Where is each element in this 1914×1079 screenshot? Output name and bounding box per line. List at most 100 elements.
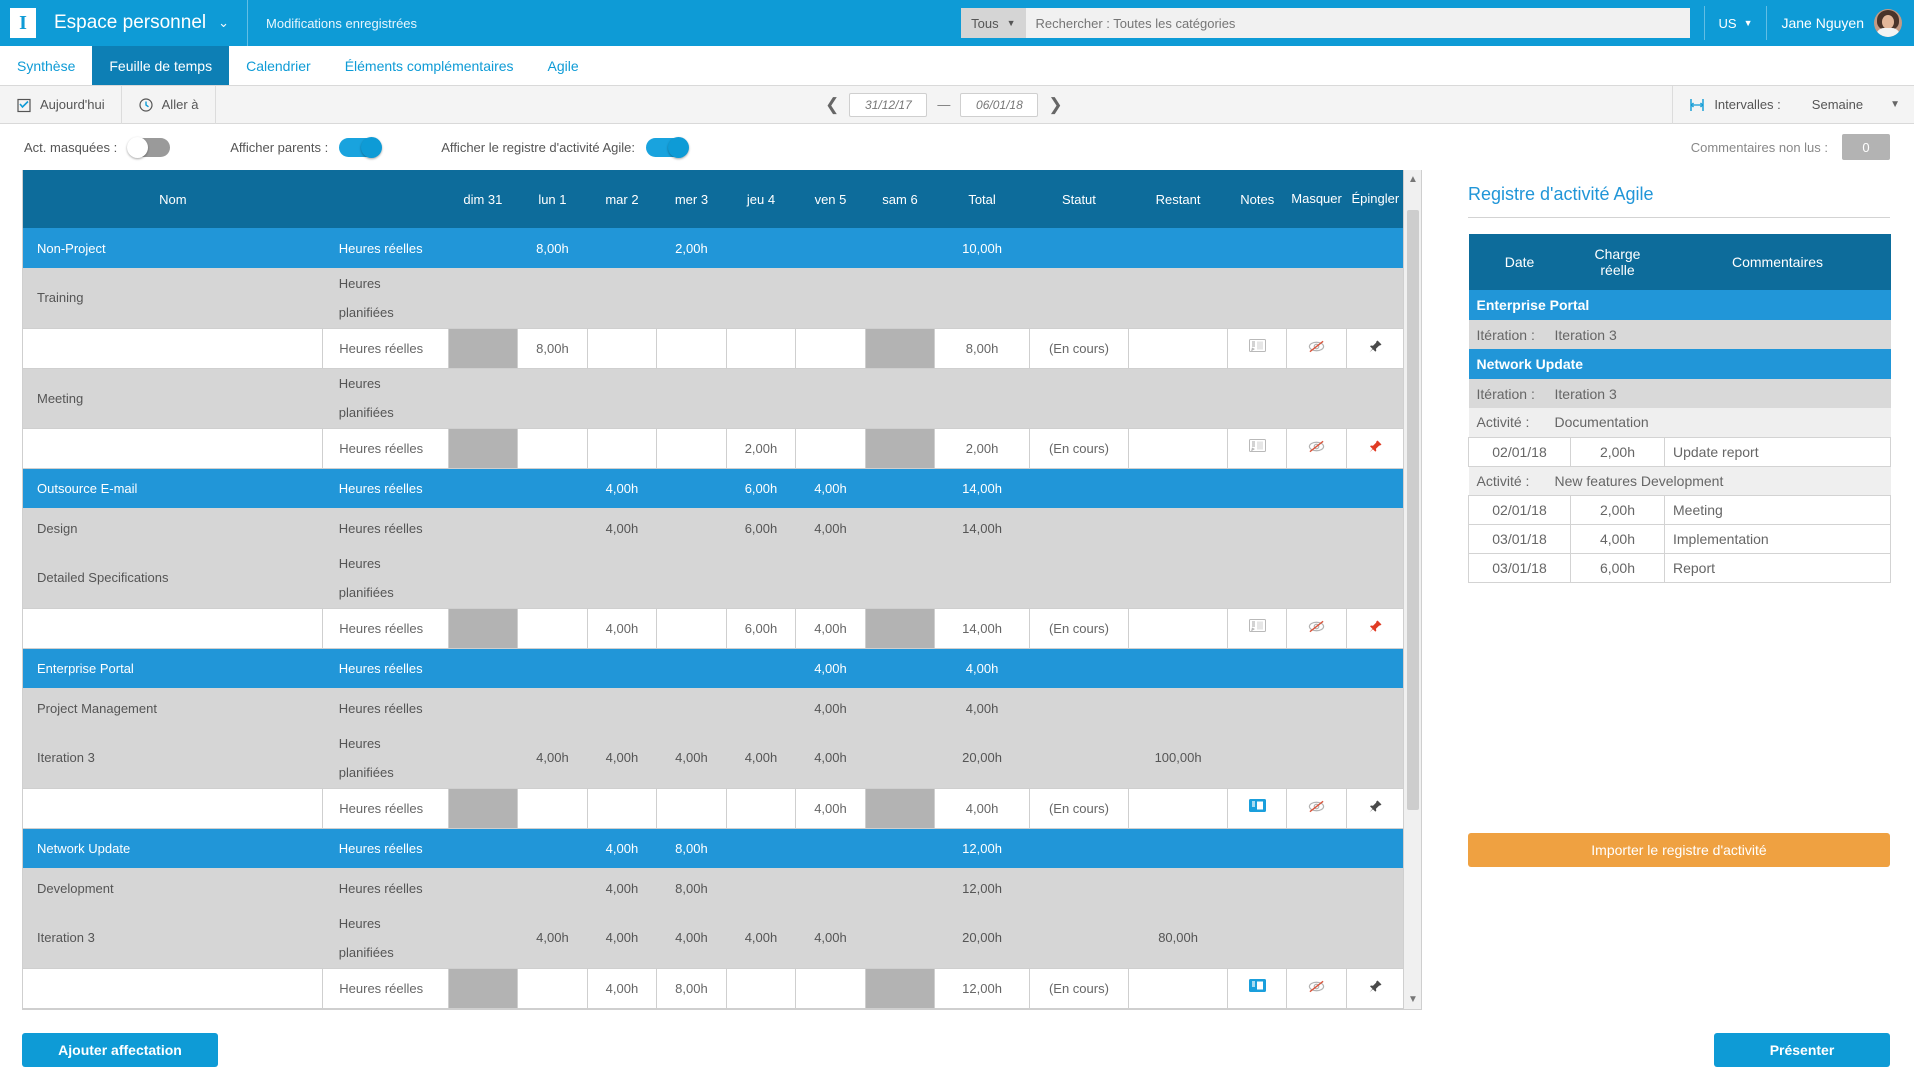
cell-day-4[interactable] (726, 788, 796, 828)
scrollbar-thumb[interactable] (1407, 210, 1419, 810)
cell-pin[interactable] (1346, 788, 1404, 828)
goto-button[interactable]: Aller à (122, 86, 216, 124)
tab-calendrier[interactable]: Calendrier (229, 46, 328, 85)
cell-pin[interactable] (1346, 608, 1404, 648)
col-ven5[interactable]: ven 5 (796, 170, 866, 228)
cell-pin[interactable] (1346, 968, 1404, 1008)
col-mar2[interactable]: mar 2 (587, 170, 657, 228)
tab-synthese[interactable]: Synthèse (0, 46, 92, 85)
pin-icon[interactable] (1367, 979, 1384, 994)
col-statut[interactable]: Statut (1029, 170, 1128, 228)
pin-icon[interactable] (1367, 439, 1384, 454)
cell-name[interactable] (23, 328, 323, 368)
show-agile-log-toggle[interactable] (646, 138, 688, 157)
cell-name[interactable] (23, 608, 323, 648)
notes-icon[interactable] (1249, 619, 1266, 634)
chevron-down-icon[interactable]: ⌄ (218, 15, 229, 31)
hide-icon[interactable] (1308, 339, 1325, 354)
date-to-input[interactable]: 06/01/18 (960, 93, 1038, 117)
locale-select[interactable]: US ▼ (1704, 6, 1767, 40)
unread-comments-count[interactable]: 0 (1842, 134, 1890, 160)
hide-icon[interactable] (1308, 439, 1325, 454)
cell-hide[interactable] (1287, 968, 1346, 1008)
col-sam6[interactable]: sam 6 (865, 170, 935, 228)
cell-day-2[interactable]: 4,00h (587, 968, 657, 1008)
col-epingler[interactable]: Épingler (1346, 170, 1404, 228)
cell-day-3[interactable] (657, 608, 727, 648)
hide-icon[interactable] (1308, 619, 1325, 634)
interval-value[interactable]: Semaine (1812, 97, 1863, 112)
add-assignment-button[interactable]: Ajouter affectation (22, 1033, 218, 1067)
cell-hide[interactable] (1287, 428, 1346, 468)
col-jeu4[interactable]: jeu 4 (726, 170, 796, 228)
col-restant[interactable]: Restant (1129, 170, 1228, 228)
cell-day-2[interactable] (587, 328, 657, 368)
cell-notes[interactable] (1228, 608, 1287, 648)
cell-pin[interactable] (1346, 428, 1404, 468)
prev-period-button[interactable]: ❮ (815, 95, 849, 115)
timesheet-scrollbar[interactable]: ▲ ▼ (1403, 170, 1421, 1009)
col-notes[interactable]: Notes (1228, 170, 1287, 228)
cell-notes[interactable] (1228, 968, 1287, 1008)
cell-day-1[interactable] (518, 788, 588, 828)
show-parents-toggle[interactable] (339, 138, 381, 157)
search-category-select[interactable]: Tous ▼ (961, 8, 1025, 38)
present-button[interactable]: Présenter (1714, 1033, 1890, 1067)
col-total[interactable]: Total (935, 170, 1030, 228)
cell-pin[interactable] (1346, 328, 1404, 368)
cell-day-5[interactable]: 4,00h (796, 788, 866, 828)
col-dim31[interactable]: dim 31 (448, 170, 518, 228)
cell-day-2[interactable]: 4,00h (587, 608, 657, 648)
cell-hide[interactable] (1287, 328, 1346, 368)
date-from-input[interactable]: 31/12/17 (849, 93, 927, 117)
cell-day-3[interactable] (657, 328, 727, 368)
next-period-button[interactable]: ❯ (1038, 95, 1072, 115)
hide-icon[interactable] (1308, 799, 1325, 814)
cell-day-1[interactable] (518, 428, 588, 468)
cell-day-1[interactable] (518, 968, 588, 1008)
cell-day-5[interactable] (796, 328, 866, 368)
import-activity-log-button[interactable]: Importer le registre d'activité (1468, 833, 1890, 867)
cell-name[interactable] (23, 968, 323, 1008)
cell-name[interactable] (23, 788, 323, 828)
cell-day-5[interactable] (796, 968, 866, 1008)
cell-notes[interactable] (1228, 788, 1287, 828)
notes-icon[interactable] (1249, 339, 1266, 354)
app-logo[interactable]: I (0, 0, 46, 46)
scroll-up-icon[interactable]: ▲ (1408, 174, 1418, 185)
tab-feuille-de-temps[interactable]: Feuille de temps (92, 46, 229, 85)
pin-icon[interactable] (1367, 339, 1384, 354)
today-button[interactable]: Aujourd'hui (0, 86, 122, 124)
search-input[interactable] (1026, 8, 1690, 38)
cell-day-4[interactable]: 6,00h (726, 608, 796, 648)
col-masquer[interactable]: Masquer (1287, 170, 1346, 228)
cell-day-5[interactable] (796, 428, 866, 468)
notes-icon[interactable] (1249, 979, 1266, 994)
col-lun1[interactable]: lun 1 (518, 170, 588, 228)
col-mer3[interactable]: mer 3 (657, 170, 727, 228)
cell-hide[interactable] (1287, 788, 1346, 828)
cell-day-4[interactable] (726, 328, 796, 368)
cell-day-2[interactable] (587, 428, 657, 468)
cell-name[interactable] (23, 428, 323, 468)
hide-icon[interactable] (1308, 979, 1325, 994)
cell-day-3[interactable]: 8,00h (657, 968, 727, 1008)
tab-agile[interactable]: Agile (531, 46, 596, 85)
notes-icon[interactable] (1249, 439, 1266, 454)
cell-notes[interactable] (1228, 428, 1287, 468)
hidden-activities-toggle[interactable] (128, 138, 170, 157)
caret-down-icon[interactable]: ▼ (1890, 99, 1900, 110)
cell-day-1[interactable]: 8,00h (518, 328, 588, 368)
user-menu[interactable]: Jane Nguyen (1766, 6, 1914, 40)
cell-notes[interactable] (1228, 328, 1287, 368)
pin-icon[interactable] (1367, 619, 1384, 634)
cell-day-5[interactable]: 4,00h (796, 608, 866, 648)
cell-day-4[interactable]: 2,00h (726, 428, 796, 468)
cell-day-3[interactable] (657, 428, 727, 468)
pin-icon[interactable] (1367, 799, 1384, 814)
cell-day-3[interactable] (657, 788, 727, 828)
notes-icon[interactable] (1249, 799, 1266, 814)
cell-day-1[interactable] (518, 608, 588, 648)
col-nom[interactable]: Nom (23, 170, 323, 228)
cell-day-2[interactable] (587, 788, 657, 828)
